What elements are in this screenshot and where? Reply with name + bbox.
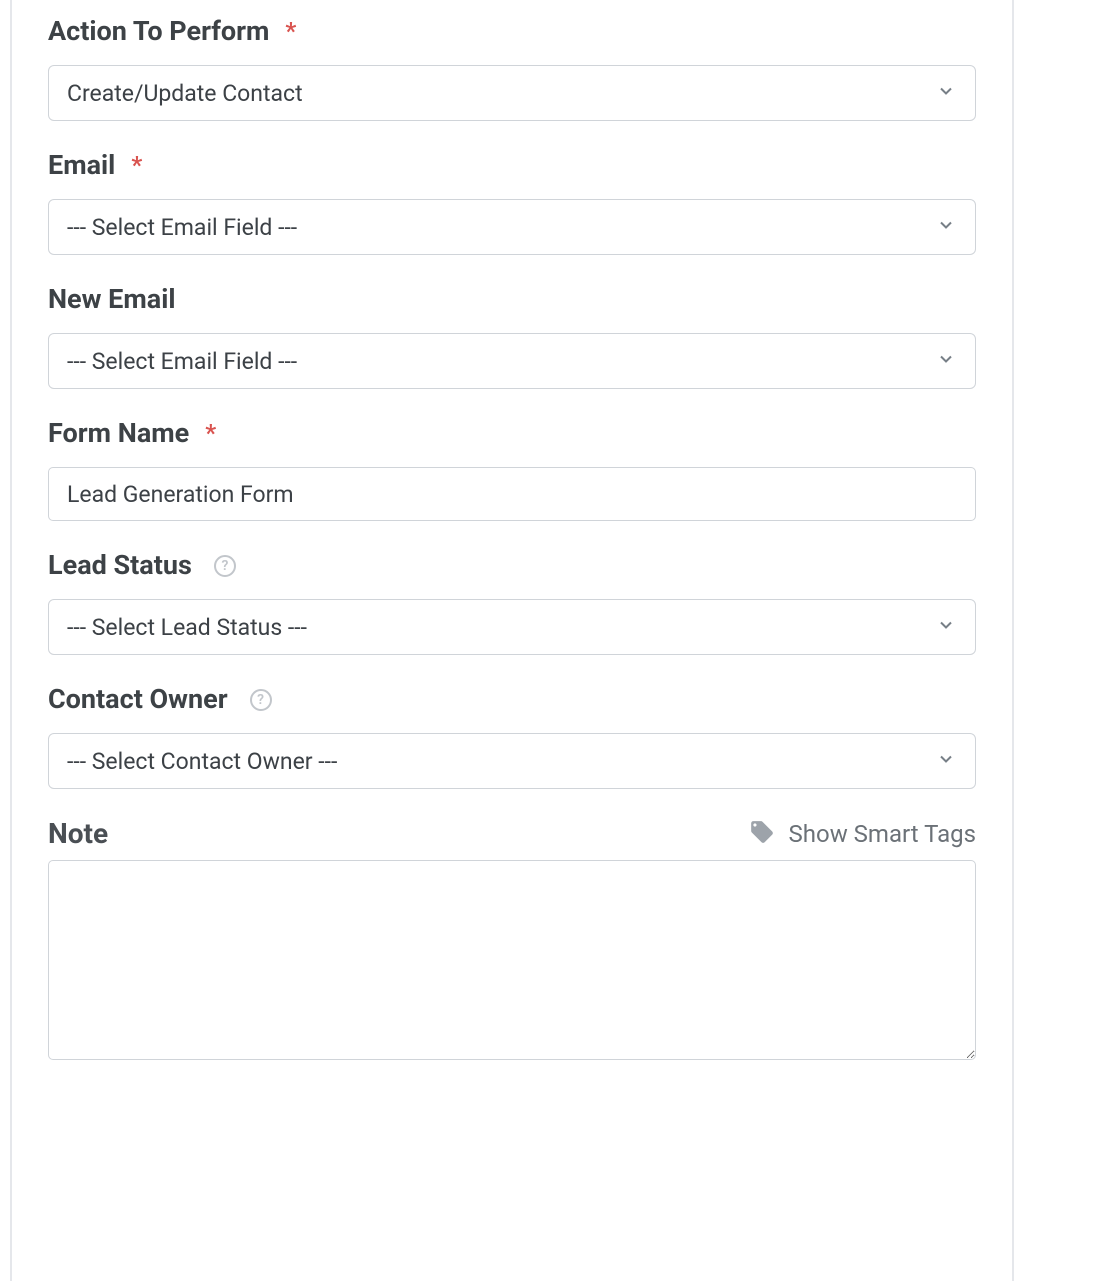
form-name-group: Form Name *	[48, 417, 976, 521]
contact-owner-label-row: Contact Owner	[48, 683, 976, 715]
email-select-value: --- Select Email Field ---	[67, 214, 297, 241]
form-name-label: Form Name	[48, 417, 189, 449]
new-email-group: New Email --- Select Email Field ---	[48, 283, 976, 389]
show-smart-tags-label: Show Smart Tags	[789, 820, 976, 848]
lead-status-select[interactable]: --- Select Lead Status ---	[48, 599, 976, 655]
action-label-row: Action To Perform *	[48, 15, 976, 47]
new-email-label: New Email	[48, 283, 176, 315]
contact-owner-select-value: --- Select Contact Owner ---	[67, 748, 337, 775]
lead-status-select-value: --- Select Lead Status ---	[67, 614, 307, 641]
action-label: Action To Perform	[48, 15, 269, 47]
form-name-required-marker: *	[205, 419, 216, 447]
note-group: Note Show Smart Tags	[48, 817, 976, 1064]
action-select-value: Create/Update Contact	[67, 80, 303, 107]
email-required-marker: *	[131, 151, 142, 179]
help-icon[interactable]	[250, 689, 272, 711]
form-name-input[interactable]	[48, 467, 976, 521]
lead-status-group: Lead Status --- Select Lead Status ---	[48, 549, 976, 655]
contact-owner-select[interactable]: --- Select Contact Owner ---	[48, 733, 976, 789]
note-label-row: Note Show Smart Tags	[48, 817, 976, 850]
form-name-label-row: Form Name *	[48, 417, 976, 449]
new-email-label-row: New Email	[48, 283, 976, 315]
contact-owner-group: Contact Owner --- Select Contact Owner -…	[48, 683, 976, 789]
email-label-row: Email *	[48, 149, 976, 181]
new-email-select[interactable]: --- Select Email Field ---	[48, 333, 976, 389]
help-icon[interactable]	[214, 555, 236, 577]
action-group: Action To Perform * Create/Update Contac…	[48, 15, 976, 121]
email-group: Email * --- Select Email Field ---	[48, 149, 976, 255]
lead-status-label-row: Lead Status	[48, 549, 976, 581]
tag-icon	[749, 819, 775, 849]
lead-status-label: Lead Status	[48, 549, 192, 581]
action-required-marker: *	[285, 17, 296, 45]
note-textarea[interactable]	[48, 860, 976, 1060]
action-select[interactable]: Create/Update Contact	[48, 65, 976, 121]
email-select[interactable]: --- Select Email Field ---	[48, 199, 976, 255]
contact-owner-label: Contact Owner	[48, 683, 228, 715]
form-container: Action To Perform * Create/Update Contac…	[10, 0, 1014, 1281]
note-label: Note	[48, 817, 108, 850]
show-smart-tags-button[interactable]: Show Smart Tags	[749, 819, 976, 849]
new-email-select-value: --- Select Email Field ---	[67, 348, 297, 375]
email-label: Email	[48, 149, 115, 181]
